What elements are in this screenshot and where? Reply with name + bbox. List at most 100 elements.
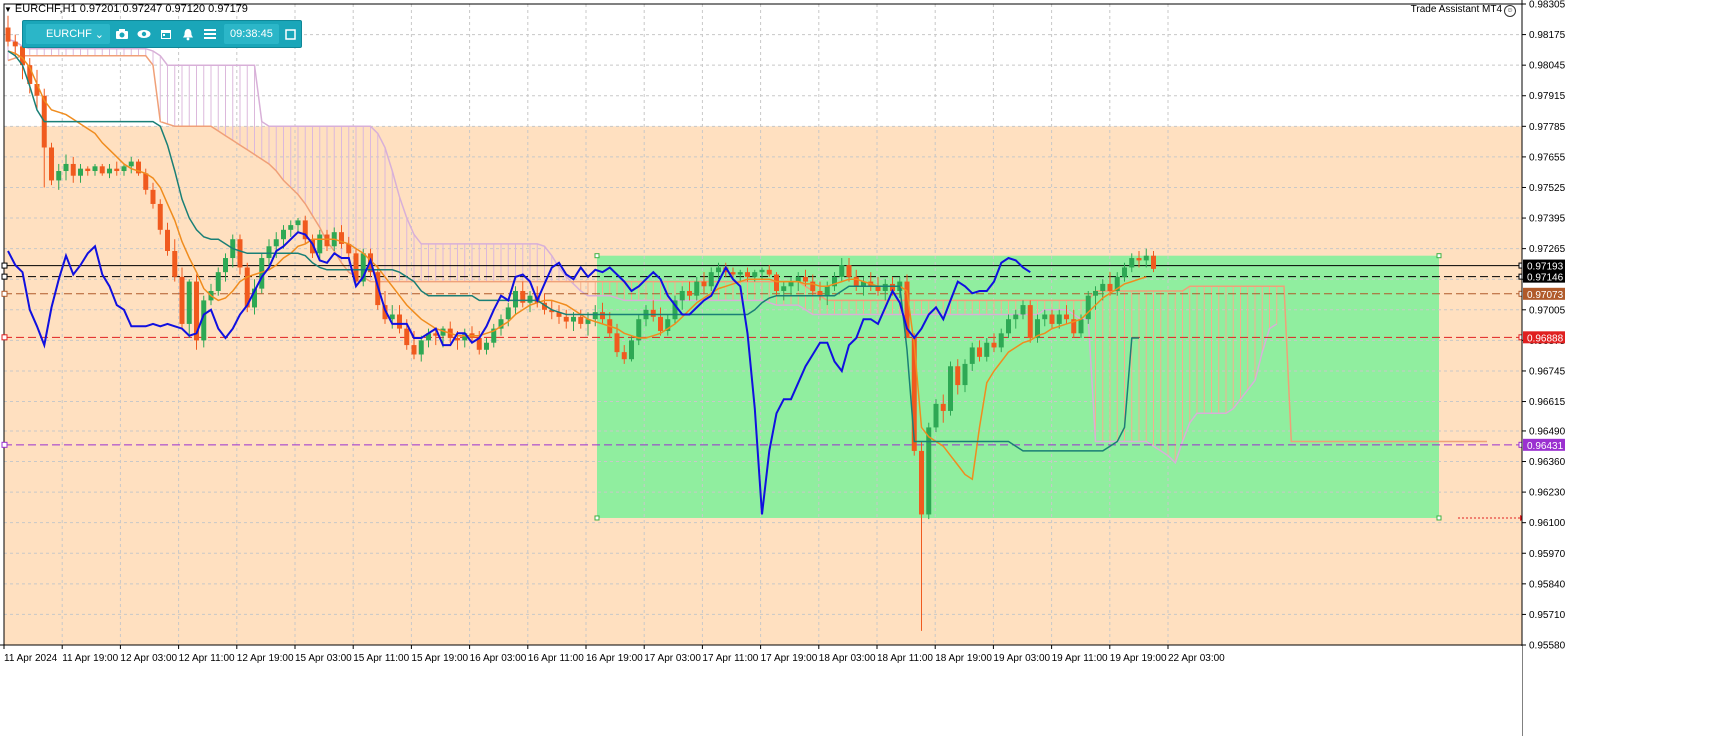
candle-body xyxy=(455,338,460,341)
candle-body xyxy=(1107,283,1113,291)
window-icon[interactable] xyxy=(281,24,301,44)
candle-body xyxy=(998,333,1004,348)
time-tick-label: 19 Apr 19:00 xyxy=(1110,653,1167,664)
time-tick-label: 18 Apr 03:00 xyxy=(819,653,876,664)
candle-body xyxy=(404,328,410,346)
candle-body xyxy=(165,229,170,251)
box-handle xyxy=(594,253,600,259)
price-level-handle-left xyxy=(1,334,8,341)
time-tick-label: 15 Apr 19:00 xyxy=(411,653,468,664)
candle-body xyxy=(1122,267,1127,277)
candle-body xyxy=(157,203,163,230)
candle-body xyxy=(563,316,569,322)
candle-body xyxy=(759,269,765,273)
box-handle xyxy=(1436,515,1442,521)
candle-body xyxy=(694,281,700,296)
candle-body xyxy=(1085,295,1091,320)
price-tick-label: 0.96615 xyxy=(1529,397,1566,408)
candle-body xyxy=(933,403,939,428)
candle-body xyxy=(766,269,772,275)
time-tick-label: 17 Apr 03:00 xyxy=(644,653,701,664)
candle-body xyxy=(629,340,634,360)
candle-body xyxy=(984,342,990,357)
time-tick-label: 18 Apr 19:00 xyxy=(935,653,992,664)
price-tick-label: 0.95710 xyxy=(1529,610,1566,621)
symbol-info: ▼ EURCHF,H1 0.97201 0.97247 0.97120 0.971… xyxy=(4,3,248,15)
candle-body xyxy=(411,345,417,355)
candle-body xyxy=(882,283,888,291)
candle-body xyxy=(955,366,961,386)
candle-body xyxy=(948,366,953,411)
candle-body xyxy=(752,272,758,277)
indicator-label-text: Trade Assistant MT4 xyxy=(1410,4,1502,15)
price-tick-label: 0.96230 xyxy=(1529,488,1566,499)
price-tick-label: 0.96360 xyxy=(1529,457,1566,468)
candle-body xyxy=(621,352,627,360)
time-tick-label: 12 Apr 19:00 xyxy=(237,653,294,664)
candle-body xyxy=(708,272,714,287)
candle-body xyxy=(186,281,192,324)
candle-body xyxy=(85,168,91,172)
trade-toolbar: EURCHF ⌄ 09:38:45 xyxy=(22,20,302,48)
time-tick-label: 15 Apr 03:00 xyxy=(295,653,352,664)
bell-icon[interactable] xyxy=(178,24,198,44)
box-handle xyxy=(594,515,600,521)
candle-body xyxy=(1020,305,1026,315)
symbol-selector[interactable]: EURCHF ⌄ xyxy=(26,24,110,44)
candle-body xyxy=(1129,258,1135,268)
candle-body xyxy=(114,168,120,172)
menu-icon[interactable] xyxy=(200,24,220,44)
candle-body xyxy=(418,340,424,355)
candle-body xyxy=(223,258,228,273)
indicator-label: Trade Assistant MT4 ☺ xyxy=(1411,4,1516,17)
price-tick-label: 0.97005 xyxy=(1529,305,1566,316)
candle-body xyxy=(281,229,286,240)
price-tick-label: 0.98175 xyxy=(1529,30,1566,41)
candle-body xyxy=(600,312,605,320)
price-level-handle-left xyxy=(1,441,8,448)
candle-body xyxy=(824,286,830,296)
time-tick-label: 12 Apr 03:00 xyxy=(120,653,177,664)
candle-body xyxy=(1056,314,1062,324)
calendar-icon[interactable] xyxy=(156,24,176,44)
eye-icon[interactable] xyxy=(134,24,154,44)
candle-body xyxy=(940,403,946,411)
candle-body xyxy=(527,295,533,303)
candle-body xyxy=(179,276,185,324)
price-tick-label: 0.96745 xyxy=(1529,366,1566,377)
candle-body xyxy=(78,168,83,176)
candle-body xyxy=(716,267,721,273)
candle-body xyxy=(273,239,279,247)
candle-body xyxy=(679,290,685,301)
candle-body xyxy=(781,286,787,291)
candle-body xyxy=(926,427,932,515)
candle-body xyxy=(614,333,620,353)
time-tick-label: 18 Apr 11:00 xyxy=(877,653,933,664)
server-time: 09:38:45 xyxy=(224,24,279,44)
price-tick-label: 0.97395 xyxy=(1529,214,1566,225)
candle-body xyxy=(730,272,736,275)
candle-body xyxy=(128,161,134,167)
time-tick-label: 16 Apr 19:00 xyxy=(586,653,643,664)
candle-body xyxy=(143,173,149,190)
price-chart[interactable]: 0.98305 0.98175 0.98045 0.97915 0.97785 0.976… xyxy=(0,0,1729,736)
price-tick-label: 0.95970 xyxy=(1529,549,1566,560)
price-level-tag-label: 0.96431 xyxy=(1527,441,1564,452)
price-tick-label: 0.95580 xyxy=(1529,641,1566,652)
candle-body xyxy=(12,41,18,47)
price-tick-label: 0.97915 xyxy=(1529,91,1566,102)
price-tick-label: 0.96490 xyxy=(1529,426,1566,437)
dropdown-triangle-icon[interactable]: ▼ xyxy=(4,5,12,14)
price-tick-label: 0.97525 xyxy=(1529,183,1566,194)
candle-body xyxy=(977,347,982,357)
candle-body xyxy=(1143,255,1149,261)
candle-body xyxy=(215,272,221,291)
camera-icon[interactable] xyxy=(112,24,132,44)
candle-body xyxy=(774,274,779,291)
candle-body xyxy=(150,189,156,204)
candle-body xyxy=(919,450,924,515)
time-tick-label: 17 Apr 19:00 xyxy=(761,653,818,664)
candle-body xyxy=(803,276,808,282)
candle-body xyxy=(853,276,859,287)
candle-body xyxy=(172,250,178,277)
